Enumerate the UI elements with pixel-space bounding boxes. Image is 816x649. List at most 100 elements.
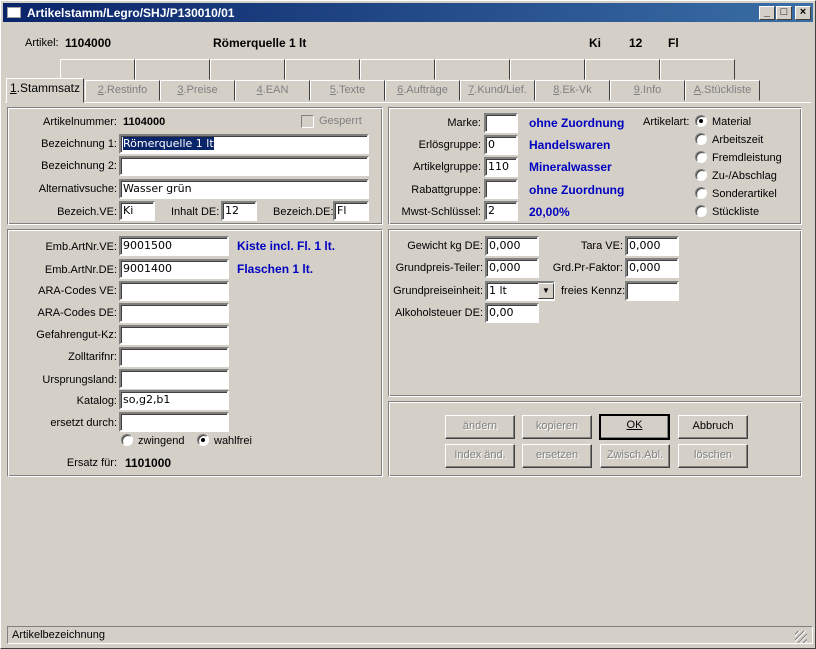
ara-de-input[interactable]: [119, 303, 229, 323]
tab-ean[interactable]: 4.EAN: [235, 80, 310, 101]
back-tab[interactable]: [360, 59, 435, 80]
tab-texte[interactable]: 5.Texte: [310, 80, 385, 101]
ersatz-fuer-label: Ersatz für:: [66, 457, 117, 469]
tab-restinfo[interactable]: 2.Restinfo: [85, 80, 160, 101]
bezeich-de-input[interactable]: Fl: [333, 201, 369, 221]
artikelart-material-radio[interactable]: [695, 115, 707, 127]
ersatz-fuer-value: 1101000: [125, 456, 172, 470]
tab-stueckliste[interactable]: A.Stückliste: [685, 80, 760, 101]
emb-de-text: Flaschen 1 lt.: [237, 262, 314, 276]
title-bar: Artikelstamm/Legro/SHJ/P130010/01 _ □ ×: [3, 3, 813, 22]
ursprungsland-input[interactable]: [119, 369, 229, 389]
tab-key: 4: [256, 84, 263, 96]
header-artikel-number: 1104000: [65, 36, 112, 50]
back-tab[interactable]: [60, 59, 135, 80]
marke-label: Marke:: [447, 117, 481, 129]
minimize-button[interactable]: _: [759, 6, 775, 20]
close-button[interactable]: ×: [795, 6, 811, 20]
bezeich-de-label: Bezeich.DE:: [273, 206, 334, 218]
tara-input[interactable]: 0,000: [625, 236, 679, 256]
abbruch-button[interactable]: Abbruch: [678, 415, 748, 439]
tab-label: Kund/Lief.: [477, 84, 527, 96]
gp-einheit-value: 1 lt: [489, 284, 507, 297]
wahlfrei-radio[interactable]: [197, 434, 209, 446]
ara-ve-label: ARA-Codes VE:: [38, 285, 117, 297]
back-tab[interactable]: [585, 59, 660, 80]
artikelnummer-value: 1104000: [123, 116, 166, 128]
maximize-button[interactable]: □: [776, 6, 792, 20]
tab-ek-vk[interactable]: 8.Ek-Vk: [535, 80, 610, 101]
grd-faktor-input[interactable]: 0,000: [625, 258, 679, 278]
artikelart-arbeitszeit-radio[interactable]: [695, 133, 707, 145]
tab-auftraege[interactable]: 6.Aufträge: [385, 80, 460, 101]
ok-button[interactable]: OK: [599, 414, 670, 440]
freies-kennz-input[interactable]: [625, 281, 679, 301]
katalog-input[interactable]: so,g2,b1: [119, 390, 229, 410]
emb-ve-text: Kiste incl. Fl. 1 lt.: [237, 239, 336, 253]
tab-label: Stückliste: [704, 84, 752, 96]
gp-teiler-input[interactable]: 0,000: [485, 258, 539, 278]
rabattgruppe-input[interactable]: [484, 179, 518, 199]
mwst-input[interactable]: 2: [484, 201, 518, 221]
resize-grip-icon[interactable]: [795, 631, 807, 643]
back-tab[interactable]: [435, 59, 510, 80]
bezeichnung1-input[interactable]: Römerquelle 1 lt: [119, 134, 369, 154]
gp-teiler-label: Grundpreis-Teiler:: [395, 262, 483, 274]
ersetzen-button[interactable]: ersetzen: [522, 444, 592, 468]
back-tab[interactable]: [135, 59, 210, 80]
emb-ve-label: Emb.ArtNr.VE:: [45, 241, 117, 253]
erloesgruppe-input[interactable]: 0: [484, 135, 518, 155]
gefahrengut-input[interactable]: [119, 325, 229, 345]
tab-label: Restinfo: [106, 84, 148, 96]
alternativsuche-input[interactable]: Wasser grün: [119, 179, 369, 199]
artikelart-zuabschlag-radio[interactable]: [695, 169, 707, 181]
wahlfrei-label: wahlfrei: [214, 435, 252, 447]
tab-preise[interactable]: 3.Preise: [160, 80, 235, 101]
ara-ve-input[interactable]: [119, 281, 229, 301]
index-aendern-button[interactable]: Index änd.: [445, 444, 515, 468]
alkohol-input[interactable]: 0,00: [485, 303, 539, 323]
emb-ve-input[interactable]: 9001500: [119, 236, 229, 256]
mwst-label: Mwst-Schlüssel:: [401, 206, 481, 218]
zolltarif-input[interactable]: [119, 347, 229, 367]
emb-de-input[interactable]: 9001400: [119, 259, 229, 279]
back-tab[interactable]: [660, 59, 735, 80]
artikelgruppe-text: Mineralwasser: [529, 160, 612, 174]
artikelgruppe-input[interactable]: 110: [484, 157, 518, 177]
back-tab[interactable]: [210, 59, 285, 80]
artikelart-fremdleistung-radio[interactable]: [695, 151, 707, 163]
aendern-button[interactable]: ändern: [445, 415, 515, 439]
chevron-down-icon[interactable]: ▼: [538, 283, 554, 299]
kopieren-button[interactable]: kopieren: [522, 415, 592, 439]
bezeichnung2-input[interactable]: [119, 156, 369, 176]
gesperrt-checkbox[interactable]: [301, 115, 314, 128]
zwingend-radio[interactable]: [121, 434, 133, 446]
tab-label: EAN: [265, 84, 289, 96]
tab-stammsatz[interactable]: 1.Stammsatz: [6, 78, 84, 103]
inhalt-de-label: Inhalt DE:: [171, 206, 220, 218]
loeschen-button[interactable]: löschen: [678, 444, 748, 468]
gewicht-label: Gewicht kg DE:: [407, 240, 483, 252]
gewicht-input[interactable]: 0,000: [485, 236, 539, 256]
gp-einheit-label: Grundpreiseinheit:: [393, 285, 483, 297]
ersetzt-input[interactable]: [119, 412, 229, 432]
artikelart-sonderartikel-radio[interactable]: [695, 187, 707, 199]
tab-info[interactable]: 9.Info: [610, 80, 685, 101]
artikelart-zuabschlag-label: Zu-/Abschlag: [712, 170, 777, 182]
ara-de-label: ARA-Codes DE:: [37, 307, 117, 319]
marke-input[interactable]: [484, 113, 518, 133]
tab-kund-lief[interactable]: 7.Kund/Lief.: [460, 80, 535, 101]
status-bar: Artikelbezeichnung: [7, 626, 813, 644]
inhalt-de-input[interactable]: 12: [221, 201, 257, 221]
zwischenablage-button[interactable]: Zwisch.Abl.: [600, 444, 670, 468]
freies-kennz-label: freies Kennz:: [561, 285, 626, 297]
tab-label: Ek-Vk: [562, 84, 592, 96]
marke-text: ohne Zuordnung: [529, 116, 625, 130]
bezeich-ve-input[interactable]: Ki: [119, 201, 155, 221]
bezeichnung2-label: Bezeichnung 2:: [41, 160, 117, 172]
alkohol-label: Alkoholsteuer DE:: [394, 307, 483, 319]
artikelart-arbeitszeit-label: Arbeitszeit: [712, 134, 764, 146]
back-tab[interactable]: [510, 59, 585, 80]
back-tab[interactable]: [285, 59, 360, 80]
artikelart-stueckliste-radio[interactable]: [695, 205, 707, 217]
